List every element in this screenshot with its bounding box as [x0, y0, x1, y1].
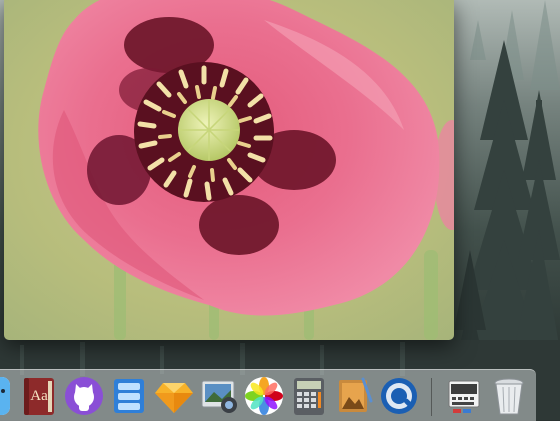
dock-item-sketch[interactable] [153, 375, 195, 417]
octocat-icon [65, 377, 103, 415]
dock-separator [431, 378, 432, 416]
dock-item-downloads-stack[interactable] [443, 375, 485, 417]
pinwheel-icon [245, 377, 283, 415]
dictionary-icon [24, 378, 54, 415]
pink-poppy-photo-icon [4, 0, 454, 340]
quicktime-icon [381, 378, 417, 414]
finder-icon [0, 377, 10, 415]
dock-item-mail-stickies[interactable] [108, 375, 150, 417]
diamond-icon [155, 383, 193, 413]
dock-item-dictionary[interactable]: Aa [18, 375, 60, 417]
dock-item-quicktime[interactable] [378, 375, 420, 417]
photo-stack-icon [201, 380, 237, 413]
stacked-cards-icon [114, 379, 144, 413]
keyboard-stack-icon [448, 380, 480, 413]
dock-item-image-capture[interactable] [198, 375, 240, 417]
dock-item-photos[interactable] [243, 375, 285, 417]
dock-item-calculator[interactable] [288, 375, 330, 417]
dock-item-github-desktop[interactable] [63, 375, 105, 417]
photo-viewer-window[interactable] [4, 0, 454, 340]
dock-item-finder[interactable] [0, 375, 12, 417]
preview-icon [339, 377, 373, 412]
dock-item-trash[interactable] [488, 375, 530, 417]
dock-item-preview[interactable] [333, 375, 375, 417]
calculator-icon [294, 378, 324, 415]
trash-icon [494, 378, 524, 415]
